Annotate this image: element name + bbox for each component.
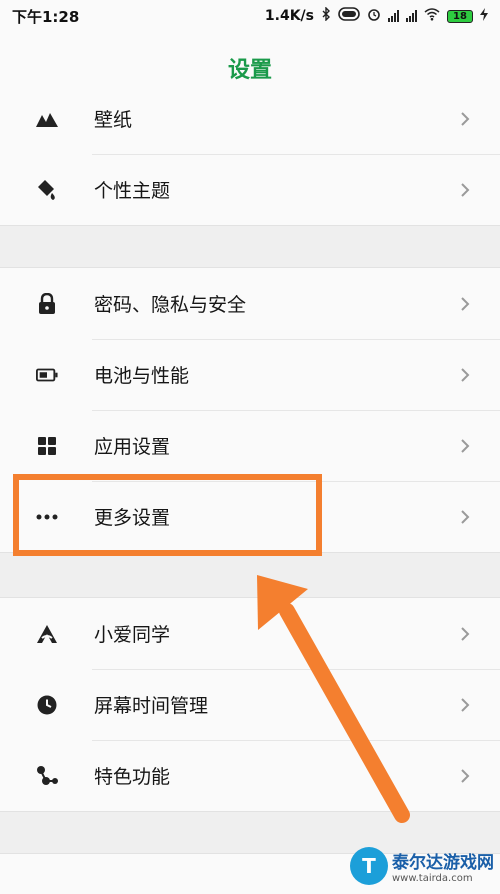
- settings-item-theme[interactable]: 个性主题: [0, 154, 500, 225]
- settings-group-system: 密码、隐私与安全 电池与性能 应用设置 更多设置: [0, 267, 500, 553]
- settings-item-label: 个性主题: [94, 180, 171, 202]
- chevron-right-icon: [456, 366, 474, 384]
- chevron-right-icon: [456, 110, 474, 128]
- signal-icon: [406, 10, 417, 22]
- battery-indicator: 18: [447, 9, 473, 23]
- settings-item-apps[interactable]: 应用设置: [0, 410, 500, 481]
- chevron-right-icon: [456, 437, 474, 455]
- settings-item-security[interactable]: 密码、隐私与安全: [0, 268, 500, 339]
- toggle-icon: [338, 7, 360, 25]
- apps-grid-icon: [36, 435, 58, 457]
- alarm-icon: [367, 7, 381, 25]
- settings-item-label: 电池与性能: [94, 365, 190, 387]
- chevron-right-icon: [456, 696, 474, 714]
- bluetooth-icon: [321, 6, 331, 25]
- signal-icon: [388, 10, 399, 22]
- settings-item-label: 应用设置: [94, 436, 171, 458]
- clock-icon: [36, 694, 58, 716]
- settings-item-battery[interactable]: 电池与性能: [0, 339, 500, 410]
- settings-group-extras: 小爱同学 屏幕时间管理 特色功能: [0, 597, 500, 812]
- settings-item-screen-time[interactable]: 屏幕时间管理: [0, 669, 500, 740]
- chevron-right-icon: [456, 295, 474, 313]
- settings-item-label: 特色功能: [94, 766, 171, 788]
- settings-item-features[interactable]: 特色功能: [0, 740, 500, 811]
- settings-item-more-settings[interactable]: 更多设置: [0, 481, 500, 552]
- more-dots-icon: [36, 506, 58, 528]
- chevron-right-icon: [456, 181, 474, 199]
- watermark: T 泰尔达游戏网 www.tairda.com: [350, 847, 494, 885]
- battery-icon: [36, 364, 58, 386]
- theme-icon: [36, 179, 58, 201]
- settings-item-label: 更多设置: [94, 507, 171, 529]
- status-icons: 1.4K/s 18: [264, 6, 488, 25]
- settings-item-label: 小爱同学: [94, 624, 171, 646]
- lock-icon: [36, 292, 58, 315]
- settings-item-label: 密码、隐私与安全: [94, 294, 247, 316]
- page-title: 设置: [227, 58, 272, 83]
- wallpaper-icon: [36, 108, 58, 130]
- watermark-logo-icon: T: [350, 847, 388, 885]
- chevron-right-icon: [456, 625, 474, 643]
- chevron-right-icon: [456, 767, 474, 785]
- status-bar: 下午1:28 1.4K/s 18: [0, 0, 500, 32]
- watermark-name: 泰尔达游戏网: [392, 853, 494, 873]
- network-speed: 1.4K/s: [264, 8, 314, 24]
- charging-icon: [480, 7, 488, 25]
- wifi-icon: [424, 7, 440, 25]
- xiaoai-icon: [36, 623, 58, 645]
- settings-item-wallpaper[interactable]: 壁纸: [0, 83, 500, 154]
- settings-group-personalization: 壁纸 个性主题: [0, 83, 500, 226]
- settings-item-label: 壁纸: [94, 109, 133, 131]
- chevron-right-icon: [456, 508, 474, 526]
- settings-item-label: 屏幕时间管理: [94, 695, 209, 717]
- settings-item-xiaoai[interactable]: 小爱同学: [0, 598, 500, 669]
- watermark-url: www.tairda.com: [392, 873, 473, 884]
- status-time: 下午1:28: [12, 7, 80, 26]
- features-icon: [36, 765, 58, 787]
